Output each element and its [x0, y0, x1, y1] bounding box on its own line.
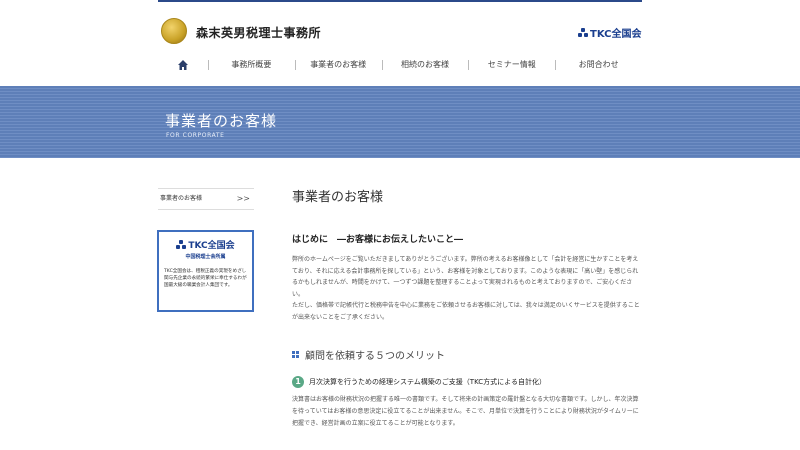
double-chevron-right-icon: >> [236, 194, 250, 203]
page-title: 事業者のお客様 [292, 190, 384, 205]
tkc-logo-link[interactable]: TKC全国会 [578, 25, 641, 40]
sidebar-item-label: 事業者のお客様 [160, 195, 203, 202]
nav-home[interactable] [158, 56, 208, 74]
tkc-banner-logo: TKC全国会 [164, 238, 247, 251]
nav-inheritance-customers[interactable]: 相続のお客様 [381, 56, 469, 74]
intro-paragraph-1: 弊所のホームページをご覧いただきましてありがとうございます。弊所の考えるお客様像… [292, 256, 639, 298]
page-banner: 事業者のお客様 FOR CORPORATE [0, 86, 800, 158]
site-title[interactable]: 森末英男税理士事務所 [196, 24, 321, 41]
tkc-banner-logo-text: TKC全国会 [188, 241, 235, 251]
tkc-banner-subtitle: 中国税理士会所属 [185, 254, 226, 260]
tkc-mark-icon [578, 27, 588, 38]
banner-subtitle: FOR CORPORATE [166, 132, 225, 139]
section-heading: はじめに ―お客様にお伝えしたいこと― [292, 235, 464, 245]
top-accent-line [158, 0, 642, 2]
merits-heading: 顧問を依頼する５つのメリット [292, 347, 644, 362]
main-content: 事業者のお客様 はじめに ―お客様にお伝えしたいこと― 弊所のホームページをご覧… [292, 186, 644, 430]
home-icon [177, 59, 189, 71]
nav-contact[interactable]: お問合わせ [555, 56, 642, 74]
merit-item-title: 月次決算を行うための経理システム構築のご支援（TKC方式による自計化） [309, 378, 546, 386]
number-badge: 1 [292, 376, 304, 388]
nav-business-customers[interactable]: 事業者のお客様 [294, 56, 382, 74]
tkc-label: TKC全国会 [590, 29, 642, 40]
tkc-banner-description: TKC全国会は、租税正義の実現をめざし関与先企業の永続的繁栄に奉仕するわが国最大… [164, 269, 247, 288]
nav-seminar-info[interactable]: セミナー情報 [468, 56, 555, 74]
intro-text: 弊所のホームページをご覧いただきましてありがとうございます。弊所の考えるお客様像… [292, 254, 644, 323]
tkc-mark-icon [176, 239, 187, 250]
merits-heading-text: 顧問を依頼する５つのメリット [305, 351, 445, 362]
tkc-banner[interactable]: TKC全国会 中国税理士会所属 TKC全国会は、租税正義の実現をめざし関与先企業… [157, 230, 254, 312]
office-logo-emblem[interactable] [161, 18, 187, 44]
sidebar-item-business-customers[interactable]: 事業者のお客様 >> [158, 188, 254, 210]
merit-item-text: 決算書はお客様の財務状況の把握する唯一の書類です。そして将来の計画策定の羅針盤と… [292, 396, 639, 427]
grid-icon [292, 351, 299, 358]
banner-title: 事業者のお客様 [165, 112, 278, 130]
intro-paragraph-2: ただし、価格帯で記帳代行と税務申告を中心に業務をご依頼させるお客様に対しては、我… [292, 302, 640, 321]
merit-item-heading: 1 月次決算を行うための経理システム構築のご支援（TKC方式による自計化） [292, 376, 644, 388]
global-nav: 事務所概要 事業者のお客様 相続のお客様 セミナー情報 お問合わせ [158, 56, 642, 74]
nav-office-overview[interactable]: 事務所概要 [208, 56, 295, 74]
